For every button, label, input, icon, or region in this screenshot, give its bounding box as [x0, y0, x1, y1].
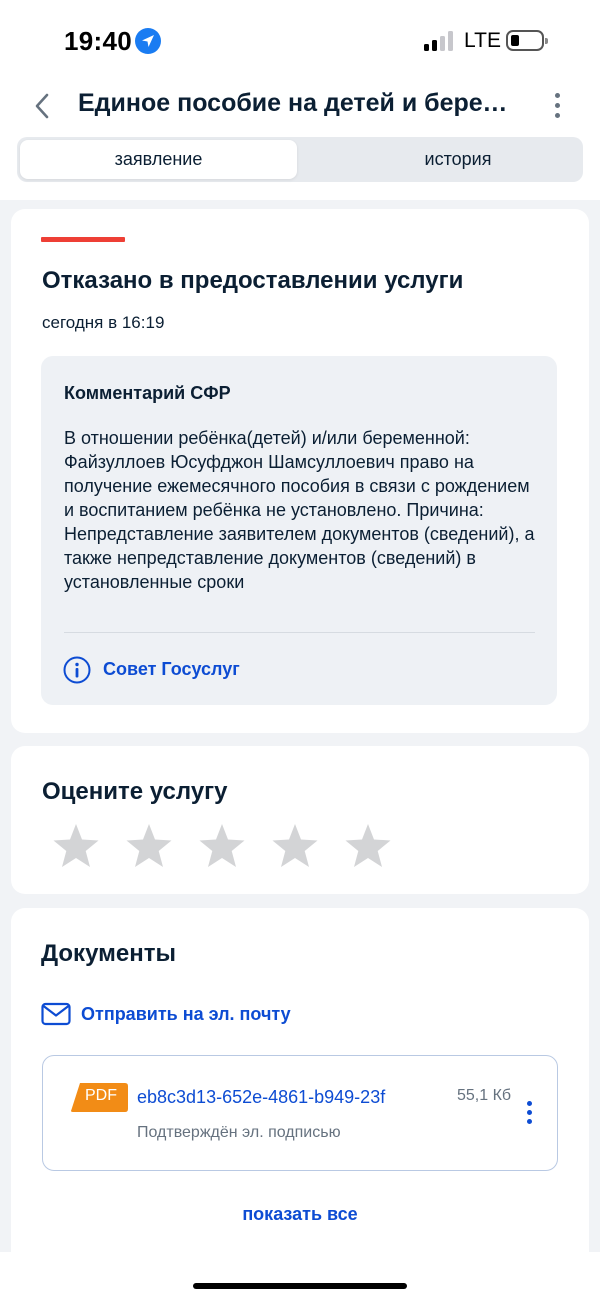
- status-card: Отказано в предоставлении услуги сегодня…: [11, 209, 589, 733]
- document-size: 55,1 Кб: [457, 1087, 512, 1104]
- home-indicator[interactable]: [193, 1283, 407, 1289]
- star-icon[interactable]: [197, 822, 247, 872]
- star-icon[interactable]: [343, 822, 393, 872]
- bottom-bar: [0, 1252, 600, 1300]
- document-signature: Подтверждён эл. подписью: [137, 1124, 341, 1141]
- back-icon[interactable]: [30, 92, 54, 120]
- location-arrow-icon: [135, 28, 161, 54]
- more-vertical-icon[interactable]: [552, 93, 564, 119]
- comment-title: Комментарий СФР: [64, 383, 231, 403]
- network-type: LTE: [464, 29, 501, 52]
- document-more-icon[interactable]: [525, 1101, 535, 1127]
- battery-icon: [506, 30, 548, 51]
- tab-application[interactable]: заявление: [20, 140, 297, 179]
- signal-icon: [424, 31, 454, 51]
- status-title: Отказано в предоставлении услуги: [42, 267, 464, 294]
- advice-link[interactable]: Совет Госуслуг: [103, 659, 240, 680]
- tabs: заявление история: [17, 137, 583, 182]
- header: Единое пособие на детей и беременным: [0, 80, 600, 132]
- pdf-badge-label: PDF: [85, 1087, 117, 1104]
- comment-box: Комментарий СФР В отношении ребёнка(дете…: [41, 356, 557, 705]
- status-bar: 19:40 LTE: [0, 0, 600, 80]
- page-title: Единое пособие на детей и беременным: [78, 89, 522, 117]
- divider: [64, 632, 535, 633]
- mail-icon[interactable]: [41, 1002, 71, 1026]
- comment-text: В отношении ребёнка(детей) и/или беремен…: [64, 428, 535, 592]
- document-item[interactable]: PDF eb8c3d13-652e-4861-b949-23f 55,1 Кб …: [42, 1055, 558, 1171]
- star-icon[interactable]: [124, 822, 174, 872]
- status-indicator: [41, 237, 125, 242]
- documents-card: Документы Отправить на эл. почту PDF eb8…: [11, 908, 589, 1268]
- send-email-link[interactable]: Отправить на эл. почту: [81, 1004, 291, 1025]
- rating-card: Оцените услугу: [11, 746, 589, 894]
- status-date: сегодня в 16:19: [42, 313, 165, 332]
- star-icon[interactable]: [51, 822, 101, 872]
- pdf-badge: PDF: [70, 1083, 128, 1112]
- tab-history[interactable]: история: [317, 140, 599, 179]
- rating-title: Оцените услугу: [42, 778, 228, 805]
- document-name[interactable]: eb8c3d13-652e-4861-b949-23f: [137, 1087, 449, 1108]
- info-icon[interactable]: [63, 656, 91, 684]
- documents-title: Документы: [41, 940, 176, 967]
- show-all-link[interactable]: показать все: [11, 1204, 589, 1225]
- status-time: 19:40: [64, 26, 132, 56]
- star-icon[interactable]: [270, 822, 320, 872]
